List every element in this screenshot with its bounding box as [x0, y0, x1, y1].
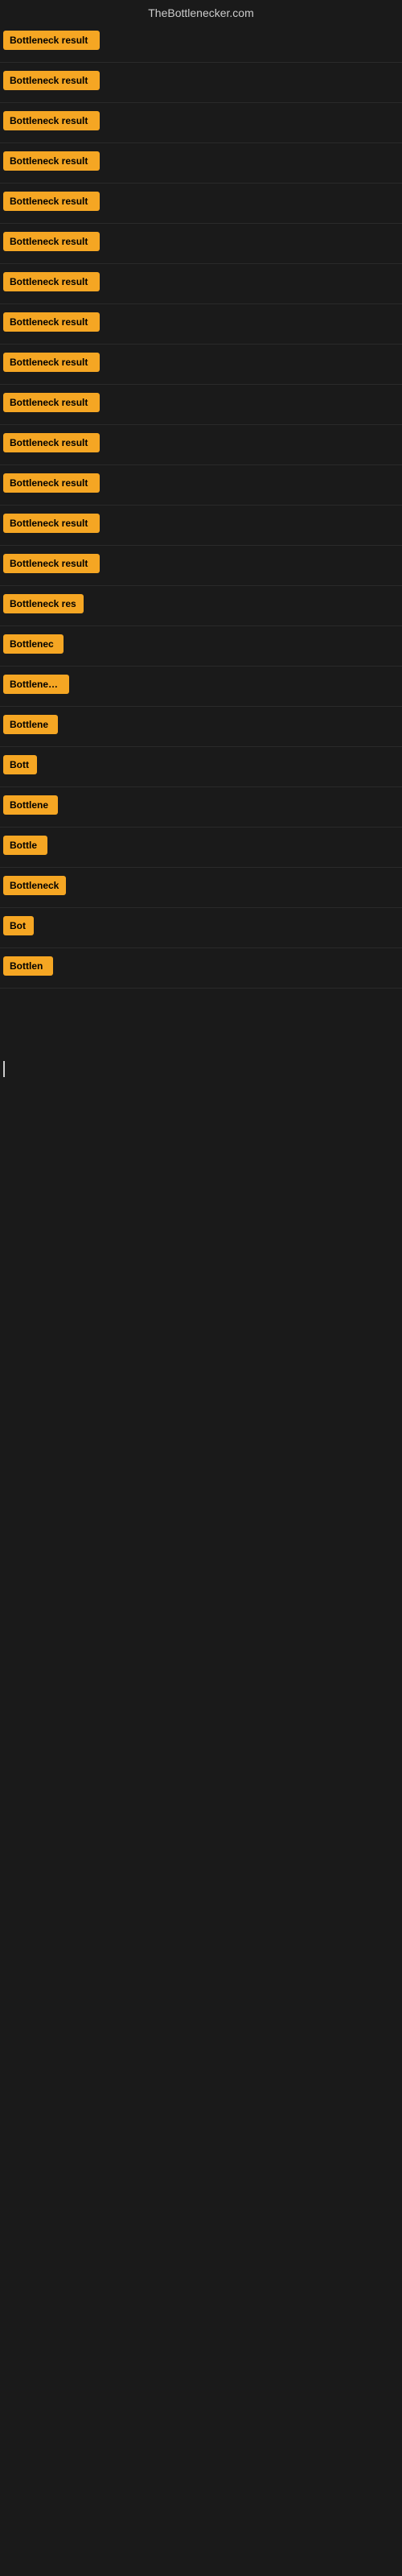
result-row: Bottlenec — [0, 626, 402, 667]
bottleneck-result-button-8[interactable]: Bottleneck result — [3, 312, 100, 332]
bottleneck-result-button-23[interactable]: Bot — [3, 916, 34, 935]
result-row: Bottlene — [0, 707, 402, 747]
bottleneck-result-button-3[interactable]: Bottleneck result — [3, 111, 100, 130]
result-row: Bot — [0, 908, 402, 948]
buttons-container: Bottleneck result Bottleneck result Bottle… — [0, 23, 402, 989]
result-row: Bott — [0, 747, 402, 787]
bottleneck-result-button-12[interactable]: Bottleneck result — [3, 473, 100, 493]
bottleneck-result-button-18[interactable]: Bottlene — [3, 715, 58, 734]
bottleneck-result-button-20[interactable]: Bottlene — [3, 795, 58, 815]
empty-section-4 — [0, 1214, 402, 1278]
bottleneck-result-button-19[interactable]: Bott — [3, 755, 37, 774]
bottleneck-result-button-2[interactable]: Bottleneck result — [3, 71, 100, 90]
bottleneck-result-button-21[interactable]: Bottle — [3, 836, 47, 855]
bottleneck-result-button-9[interactable]: Bottleneck result — [3, 353, 100, 372]
empty-section-3 — [0, 1150, 402, 1214]
result-row: Bottleneck result — [0, 264, 402, 304]
result-row: Bottle — [0, 828, 402, 868]
bottleneck-result-button-6[interactable]: Bottleneck result — [3, 232, 100, 251]
bottleneck-result-button-7[interactable]: Bottleneck result — [3, 272, 100, 291]
page-wrapper: TheBottlenecker.com Bottleneck resultBot… — [0, 0, 402, 1407]
empty-section-6 — [0, 1343, 402, 1407]
result-row: Bottleneck result — [0, 224, 402, 264]
result-row: Bottleneck result — [0, 345, 402, 385]
result-row: Bottleneck result — [0, 465, 402, 506]
bottleneck-result-button-5[interactable]: Bottleneck result — [3, 192, 100, 211]
bottleneck-result-button-14[interactable]: Bottleneck result — [3, 554, 100, 573]
site-header: TheBottlenecker.com — [0, 0, 402, 23]
result-row: Bottleneck result — [0, 184, 402, 224]
result-row: Bottleneck result — [0, 304, 402, 345]
empty-section-2 — [0, 1085, 402, 1150]
bottleneck-result-button-24[interactable]: Bottlen — [3, 956, 53, 976]
result-row: Bottleneck result — [0, 425, 402, 465]
bottleneck-result-button-11[interactable]: Bottleneck result — [3, 433, 100, 452]
empty-section-5 — [0, 1278, 402, 1343]
cursor-line — [3, 1061, 5, 1077]
bottleneck-result-button-1[interactable]: Bottleneck result — [3, 31, 100, 50]
result-row: Bottlene — [0, 787, 402, 828]
bottleneck-result-button-17[interactable]: Bottleneck r — [3, 675, 69, 694]
result-row: Bottleneck result — [0, 23, 402, 63]
result-row: Bottleneck result — [0, 63, 402, 103]
site-title: TheBottlenecker.com — [148, 6, 254, 19]
bottleneck-result-button-10[interactable]: Bottleneck result — [3, 393, 100, 412]
bottleneck-result-button-13[interactable]: Bottleneck result — [3, 514, 100, 533]
bottleneck-result-button-16[interactable]: Bottlenec — [3, 634, 64, 654]
result-row: Bottlen — [0, 948, 402, 989]
result-row: Bottleneck result — [0, 506, 402, 546]
result-row: Bottleneck result — [0, 385, 402, 425]
result-row: Bottleneck res — [0, 586, 402, 626]
result-row: Bottleneck result — [0, 546, 402, 586]
empty-section-1 — [0, 989, 402, 1053]
result-row: Bottleneck r — [0, 667, 402, 707]
bottleneck-result-button-15[interactable]: Bottleneck res — [3, 594, 84, 613]
result-row: Bottleneck result — [0, 103, 402, 143]
result-row: Bottleneck result — [0, 143, 402, 184]
bottleneck-result-button-4[interactable]: Bottleneck result — [3, 151, 100, 171]
result-row: Bottleneck — [0, 868, 402, 908]
bottleneck-result-button-22[interactable]: Bottleneck — [3, 876, 66, 895]
